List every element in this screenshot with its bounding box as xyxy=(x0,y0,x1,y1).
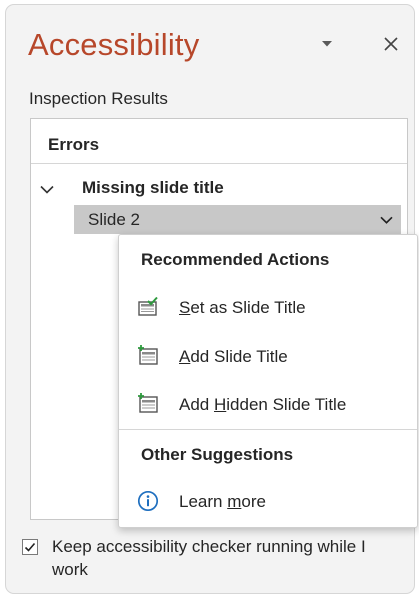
chevron-down-icon xyxy=(40,185,54,194)
close-pane-button[interactable] xyxy=(378,31,404,57)
missing-slide-title-group[interactable]: Missing slide title xyxy=(82,178,224,198)
add-hidden-slide-title-label: Add Hidden Slide Title xyxy=(179,395,347,414)
other-suggestions-heading: Other Suggestions xyxy=(141,445,294,464)
keep-checker-running-option: Keep accessibility checker running while… xyxy=(22,535,412,577)
info-icon xyxy=(137,490,159,512)
errors-label: Errors xyxy=(48,135,100,154)
checkmark-icon xyxy=(24,542,36,552)
recommended-actions-menu: Recommended Actions Set as Slide Title A… xyxy=(118,234,418,528)
issue-item-label: Slide 2 xyxy=(88,210,140,229)
add-slide-title-label: Add Slide Title xyxy=(179,347,288,366)
inspection-results-label: Inspection Results xyxy=(29,89,168,108)
chevron-down-icon xyxy=(379,216,393,224)
add-slide-title-item[interactable]: Add Slide Title xyxy=(119,337,417,377)
close-icon xyxy=(384,37,398,51)
task-pane-options-button[interactable] xyxy=(316,33,338,55)
keep-running-label[interactable]: Keep accessibility checker running while… xyxy=(52,535,382,577)
set-slide-title-icon xyxy=(138,296,158,316)
keep-running-checkbox[interactable] xyxy=(22,539,38,555)
pane-title: Accessibility xyxy=(28,27,200,62)
learn-more-label: Learn more xyxy=(179,492,266,511)
menu-divider xyxy=(119,429,417,430)
add-slide-title-icon xyxy=(138,345,158,365)
caret-down-icon xyxy=(322,41,332,47)
recommended-actions-heading: Recommended Actions xyxy=(141,250,330,269)
set-as-slide-title-label: Set as Slide Title xyxy=(179,298,306,317)
add-hidden-slide-title-icon xyxy=(138,393,158,413)
missing-slide-title-toggle[interactable] xyxy=(36,180,58,198)
errors-section-header: Errors xyxy=(31,119,407,164)
issue-item-slide-2[interactable]: Slide 2 xyxy=(74,205,401,234)
learn-more-item[interactable]: Learn more xyxy=(119,482,417,522)
set-as-slide-title-item[interactable]: Set as Slide Title xyxy=(119,288,417,328)
issue-item-dropdown-button[interactable] xyxy=(371,205,401,234)
add-hidden-slide-title-item[interactable]: Add Hidden Slide Title xyxy=(119,385,417,425)
